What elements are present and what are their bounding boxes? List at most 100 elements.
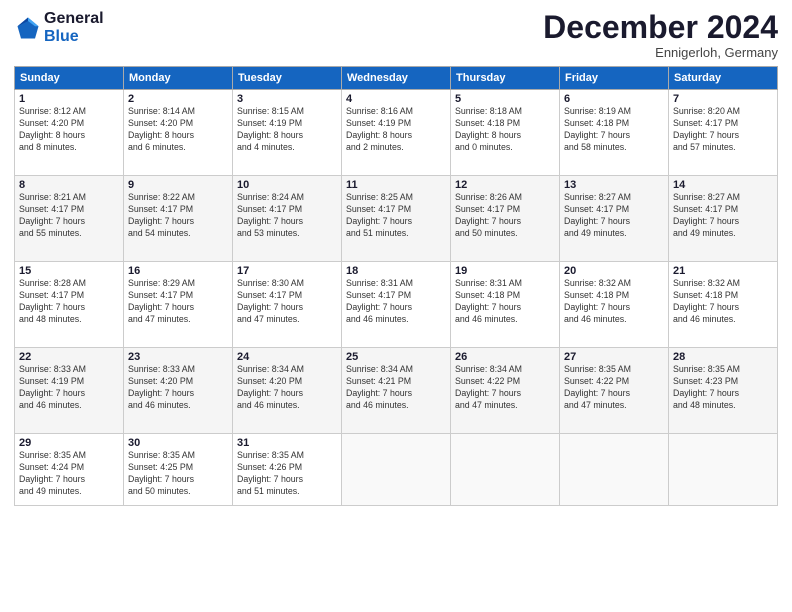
day-detail: Sunrise: 8:34 AMSunset: 4:22 PMDaylight:…	[455, 364, 555, 412]
logo: General Blue	[14, 10, 104, 46]
day-number: 20	[564, 265, 664, 277]
day-number: 1	[19, 93, 119, 105]
day-detail: Sunrise: 8:33 AMSunset: 4:19 PMDaylight:…	[19, 364, 119, 412]
day-detail: Sunrise: 8:35 AMSunset: 4:22 PMDaylight:…	[564, 364, 664, 412]
day-detail: Sunrise: 8:12 AMSunset: 4:20 PMDaylight:…	[19, 106, 119, 154]
day-detail: Sunrise: 8:18 AMSunset: 4:18 PMDaylight:…	[455, 106, 555, 154]
table-row: 13Sunrise: 8:27 AMSunset: 4:17 PMDayligh…	[560, 176, 669, 262]
day-number: 12	[455, 179, 555, 191]
day-number: 24	[237, 351, 337, 363]
table-row: 19Sunrise: 8:31 AMSunset: 4:18 PMDayligh…	[451, 262, 560, 348]
day-number: 15	[19, 265, 119, 277]
month-title: December 2024	[543, 10, 778, 45]
day-detail: Sunrise: 8:34 AMSunset: 4:21 PMDaylight:…	[346, 364, 446, 412]
table-row: 14Sunrise: 8:27 AMSunset: 4:17 PMDayligh…	[669, 176, 778, 262]
day-detail: Sunrise: 8:32 AMSunset: 4:18 PMDaylight:…	[673, 278, 773, 326]
table-row: 16Sunrise: 8:29 AMSunset: 4:17 PMDayligh…	[124, 262, 233, 348]
col-saturday: Saturday	[669, 67, 778, 90]
table-row: 9Sunrise: 8:22 AMSunset: 4:17 PMDaylight…	[124, 176, 233, 262]
table-row: 17Sunrise: 8:30 AMSunset: 4:17 PMDayligh…	[233, 262, 342, 348]
table-row: 6Sunrise: 8:19 AMSunset: 4:18 PMDaylight…	[560, 90, 669, 176]
day-detail: Sunrise: 8:35 AMSunset: 4:26 PMDaylight:…	[237, 450, 337, 498]
day-detail: Sunrise: 8:31 AMSunset: 4:18 PMDaylight:…	[455, 278, 555, 326]
table-row: 2Sunrise: 8:14 AMSunset: 4:20 PMDaylight…	[124, 90, 233, 176]
day-number: 19	[455, 265, 555, 277]
day-detail: Sunrise: 8:16 AMSunset: 4:19 PMDaylight:…	[346, 106, 446, 154]
day-detail: Sunrise: 8:31 AMSunset: 4:17 PMDaylight:…	[346, 278, 446, 326]
day-number: 7	[673, 93, 773, 105]
table-row: 15Sunrise: 8:28 AMSunset: 4:17 PMDayligh…	[15, 262, 124, 348]
table-row: 4Sunrise: 8:16 AMSunset: 4:19 PMDaylight…	[342, 90, 451, 176]
day-number: 27	[564, 351, 664, 363]
day-detail: Sunrise: 8:27 AMSunset: 4:17 PMDaylight:…	[673, 192, 773, 240]
day-detail: Sunrise: 8:33 AMSunset: 4:20 PMDaylight:…	[128, 364, 228, 412]
table-row: 31Sunrise: 8:35 AMSunset: 4:26 PMDayligh…	[233, 434, 342, 506]
table-row: 29Sunrise: 8:35 AMSunset: 4:24 PMDayligh…	[15, 434, 124, 506]
day-number: 30	[128, 437, 228, 449]
table-row	[560, 434, 669, 506]
day-number: 22	[19, 351, 119, 363]
day-number: 9	[128, 179, 228, 191]
col-monday: Monday	[124, 67, 233, 90]
day-number: 29	[19, 437, 119, 449]
calendar-header-row: Sunday Monday Tuesday Wednesday Thursday…	[15, 67, 778, 90]
table-row: 21Sunrise: 8:32 AMSunset: 4:18 PMDayligh…	[669, 262, 778, 348]
table-row	[451, 434, 560, 506]
day-detail: Sunrise: 8:15 AMSunset: 4:19 PMDaylight:…	[237, 106, 337, 154]
col-sunday: Sunday	[15, 67, 124, 90]
table-row: 3Sunrise: 8:15 AMSunset: 4:19 PMDaylight…	[233, 90, 342, 176]
table-row: 11Sunrise: 8:25 AMSunset: 4:17 PMDayligh…	[342, 176, 451, 262]
day-number: 16	[128, 265, 228, 277]
table-row	[342, 434, 451, 506]
table-row	[669, 434, 778, 506]
day-detail: Sunrise: 8:35 AMSunset: 4:23 PMDaylight:…	[673, 364, 773, 412]
day-number: 10	[237, 179, 337, 191]
table-row: 20Sunrise: 8:32 AMSunset: 4:18 PMDayligh…	[560, 262, 669, 348]
day-detail: Sunrise: 8:26 AMSunset: 4:17 PMDaylight:…	[455, 192, 555, 240]
table-row: 7Sunrise: 8:20 AMSunset: 4:17 PMDaylight…	[669, 90, 778, 176]
location: Ennigerloh, Germany	[543, 45, 778, 60]
col-tuesday: Tuesday	[233, 67, 342, 90]
table-row: 25Sunrise: 8:34 AMSunset: 4:21 PMDayligh…	[342, 348, 451, 434]
table-row: 10Sunrise: 8:24 AMSunset: 4:17 PMDayligh…	[233, 176, 342, 262]
table-row: 24Sunrise: 8:34 AMSunset: 4:20 PMDayligh…	[233, 348, 342, 434]
day-detail: Sunrise: 8:27 AMSunset: 4:17 PMDaylight:…	[564, 192, 664, 240]
day-number: 25	[346, 351, 446, 363]
table-row: 28Sunrise: 8:35 AMSunset: 4:23 PMDayligh…	[669, 348, 778, 434]
table-row: 12Sunrise: 8:26 AMSunset: 4:17 PMDayligh…	[451, 176, 560, 262]
day-number: 14	[673, 179, 773, 191]
table-row: 18Sunrise: 8:31 AMSunset: 4:17 PMDayligh…	[342, 262, 451, 348]
day-detail: Sunrise: 8:35 AMSunset: 4:25 PMDaylight:…	[128, 450, 228, 498]
table-row: 27Sunrise: 8:35 AMSunset: 4:22 PMDayligh…	[560, 348, 669, 434]
day-detail: Sunrise: 8:19 AMSunset: 4:18 PMDaylight:…	[564, 106, 664, 154]
table-row: 26Sunrise: 8:34 AMSunset: 4:22 PMDayligh…	[451, 348, 560, 434]
day-number: 3	[237, 93, 337, 105]
day-number: 13	[564, 179, 664, 191]
day-detail: Sunrise: 8:20 AMSunset: 4:17 PMDaylight:…	[673, 106, 773, 154]
day-number: 4	[346, 93, 446, 105]
calendar-table: Sunday Monday Tuesday Wednesday Thursday…	[14, 66, 778, 506]
logo-icon	[14, 14, 42, 42]
day-number: 23	[128, 351, 228, 363]
day-detail: Sunrise: 8:35 AMSunset: 4:24 PMDaylight:…	[19, 450, 119, 498]
day-number: 17	[237, 265, 337, 277]
col-friday: Friday	[560, 67, 669, 90]
day-number: 18	[346, 265, 446, 277]
day-number: 31	[237, 437, 337, 449]
logo-text: General Blue	[44, 10, 104, 46]
day-number: 28	[673, 351, 773, 363]
day-number: 26	[455, 351, 555, 363]
col-wednesday: Wednesday	[342, 67, 451, 90]
col-thursday: Thursday	[451, 67, 560, 90]
day-number: 6	[564, 93, 664, 105]
table-row: 1Sunrise: 8:12 AMSunset: 4:20 PMDaylight…	[15, 90, 124, 176]
day-detail: Sunrise: 8:22 AMSunset: 4:17 PMDaylight:…	[128, 192, 228, 240]
day-detail: Sunrise: 8:29 AMSunset: 4:17 PMDaylight:…	[128, 278, 228, 326]
title-block: December 2024 Ennigerloh, Germany	[543, 10, 778, 60]
day-number: 2	[128, 93, 228, 105]
day-detail: Sunrise: 8:24 AMSunset: 4:17 PMDaylight:…	[237, 192, 337, 240]
day-number: 5	[455, 93, 555, 105]
table-row: 8Sunrise: 8:21 AMSunset: 4:17 PMDaylight…	[15, 176, 124, 262]
header: General Blue December 2024 Ennigerloh, G…	[14, 10, 778, 60]
day-detail: Sunrise: 8:28 AMSunset: 4:17 PMDaylight:…	[19, 278, 119, 326]
